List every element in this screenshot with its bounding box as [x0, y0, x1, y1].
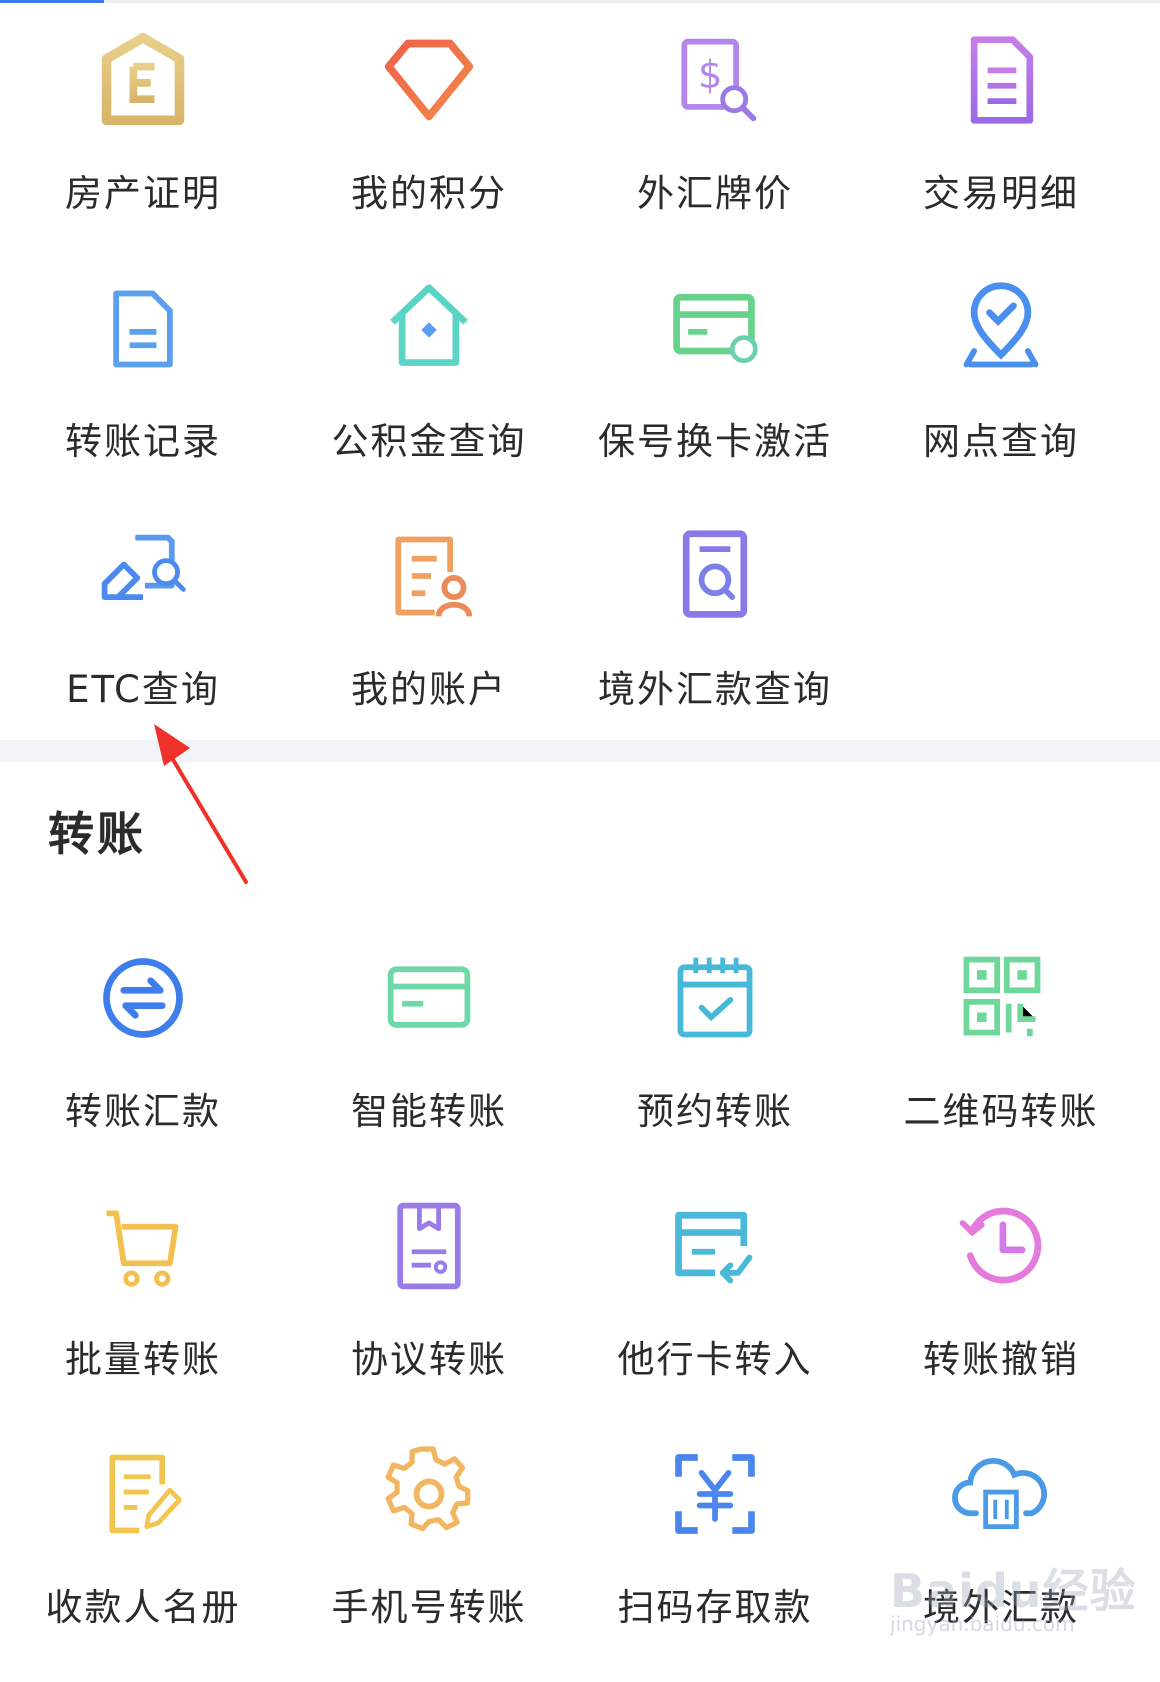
- tile-label: 转账记录: [65, 420, 221, 463]
- tile-qrcode-transfer[interactable]: 二维码转账: [858, 938, 1144, 1186]
- svg-text:$: $: [698, 53, 722, 98]
- tile-exchange-rate[interactable]: $ 外汇牌价: [572, 20, 858, 268]
- tile-label: 协议转账: [351, 1338, 507, 1381]
- tile-card-activation[interactable]: 保号换卡激活: [572, 268, 858, 516]
- section-title-transfer: 转账: [48, 807, 146, 861]
- cloud-transfer-icon: [951, 1444, 1051, 1544]
- tile-label: 批量转账: [65, 1338, 221, 1381]
- cart-icon: [93, 1196, 193, 1296]
- card-transfer-in-icon: [665, 1196, 765, 1296]
- tile-label: 收款人名册: [45, 1586, 241, 1629]
- tile-label: 他行卡转入: [617, 1338, 813, 1381]
- record-document-icon: [93, 278, 193, 378]
- tile-batch-transfer[interactable]: 批量转账: [0, 1186, 286, 1434]
- tile-label: 预约转账: [637, 1090, 793, 1133]
- tile-label: ETC查询: [66, 668, 220, 711]
- tile-smart-transfer[interactable]: 智能转账: [286, 938, 572, 1186]
- location-check-icon: [951, 278, 1051, 378]
- card-icon: [379, 948, 479, 1048]
- remittance-search-icon: [665, 526, 765, 626]
- tile-label: 境外汇款查询: [598, 668, 832, 711]
- tile-housing-fund[interactable]: 公积金查询: [286, 268, 572, 516]
- document-list-icon: [951, 30, 1051, 130]
- top-tab-line: [0, 0, 1160, 3]
- tile-transaction-detail[interactable]: 交易明细: [858, 20, 1144, 268]
- house-fund-icon: [379, 278, 479, 378]
- tile-label: 智能转账: [351, 1090, 507, 1133]
- calendar-check-icon: [665, 948, 765, 1048]
- tile-scan-deposit-withdraw[interactable]: 扫码存取款: [572, 1434, 858, 1682]
- top-tab-indicator: [0, 0, 104, 3]
- annotation-arrow: [154, 724, 248, 884]
- swap-circle-icon: [93, 948, 193, 1048]
- tile-label: 房产证明: [65, 172, 221, 215]
- tile-house-certificate[interactable]: 房产证明: [0, 20, 286, 268]
- qr-code-icon: [951, 948, 1051, 1048]
- tile-scheduled-transfer[interactable]: 预约转账: [572, 938, 858, 1186]
- tile-my-points[interactable]: 我的积分: [286, 20, 572, 268]
- tile-label: 手机号转账: [331, 1586, 527, 1629]
- exchange-rate-icon: $: [665, 30, 765, 130]
- gear-icon: [379, 1444, 479, 1544]
- tile-label: 网点查询: [923, 420, 1079, 463]
- tile-other-bank-transfer-in[interactable]: 他行卡转入: [572, 1186, 858, 1434]
- account-user-icon: [379, 526, 479, 626]
- tile-label: 我的积分: [351, 172, 507, 215]
- tile-label: 我的账户: [351, 668, 507, 711]
- tile-transfer-revoke[interactable]: 转账撤销: [858, 1186, 1144, 1434]
- tile-label: 扫码存取款: [617, 1586, 813, 1629]
- tile-transfer-record[interactable]: 转账记录: [0, 268, 286, 516]
- etc-search-icon: [93, 526, 193, 626]
- tile-overseas-remittance-search[interactable]: 境外汇款查询: [572, 516, 858, 764]
- tile-payee-list[interactable]: 收款人名册: [0, 1434, 286, 1682]
- tile-label: 保号换卡激活: [598, 420, 832, 463]
- services-grid: 房产证明 我的积分 $ 外汇牌价 交易明细 转账记录 公积金查询 保号换卡激活 …: [0, 20, 1160, 764]
- tile-label: 转账撤销: [923, 1338, 1079, 1381]
- card-refresh-icon: [665, 278, 765, 378]
- tile-label: 外汇牌价: [637, 172, 793, 215]
- tile-branch-search[interactable]: 网点查询: [858, 268, 1144, 516]
- tile-my-account[interactable]: 我的账户: [286, 516, 572, 764]
- scan-yuan-icon: [665, 1444, 765, 1544]
- tile-label: 二维码转账: [903, 1090, 1099, 1133]
- edit-document-icon: [93, 1444, 193, 1544]
- watermark-url: jingyan.baidu.com: [890, 1612, 1075, 1636]
- tile-label: 交易明细: [923, 172, 1079, 215]
- tile-label: 转账汇款: [65, 1090, 221, 1133]
- tile-agreement-transfer[interactable]: 协议转账: [286, 1186, 572, 1434]
- agreement-document-icon: [379, 1196, 479, 1296]
- tile-phone-transfer[interactable]: 手机号转账: [286, 1434, 572, 1682]
- tile-transfer-remit[interactable]: 转账汇款: [0, 938, 286, 1186]
- house-certificate-icon: [93, 30, 193, 130]
- diamond-points-icon: [379, 30, 479, 130]
- history-clock-icon: [951, 1196, 1051, 1296]
- tile-label: 公积金查询: [331, 420, 527, 463]
